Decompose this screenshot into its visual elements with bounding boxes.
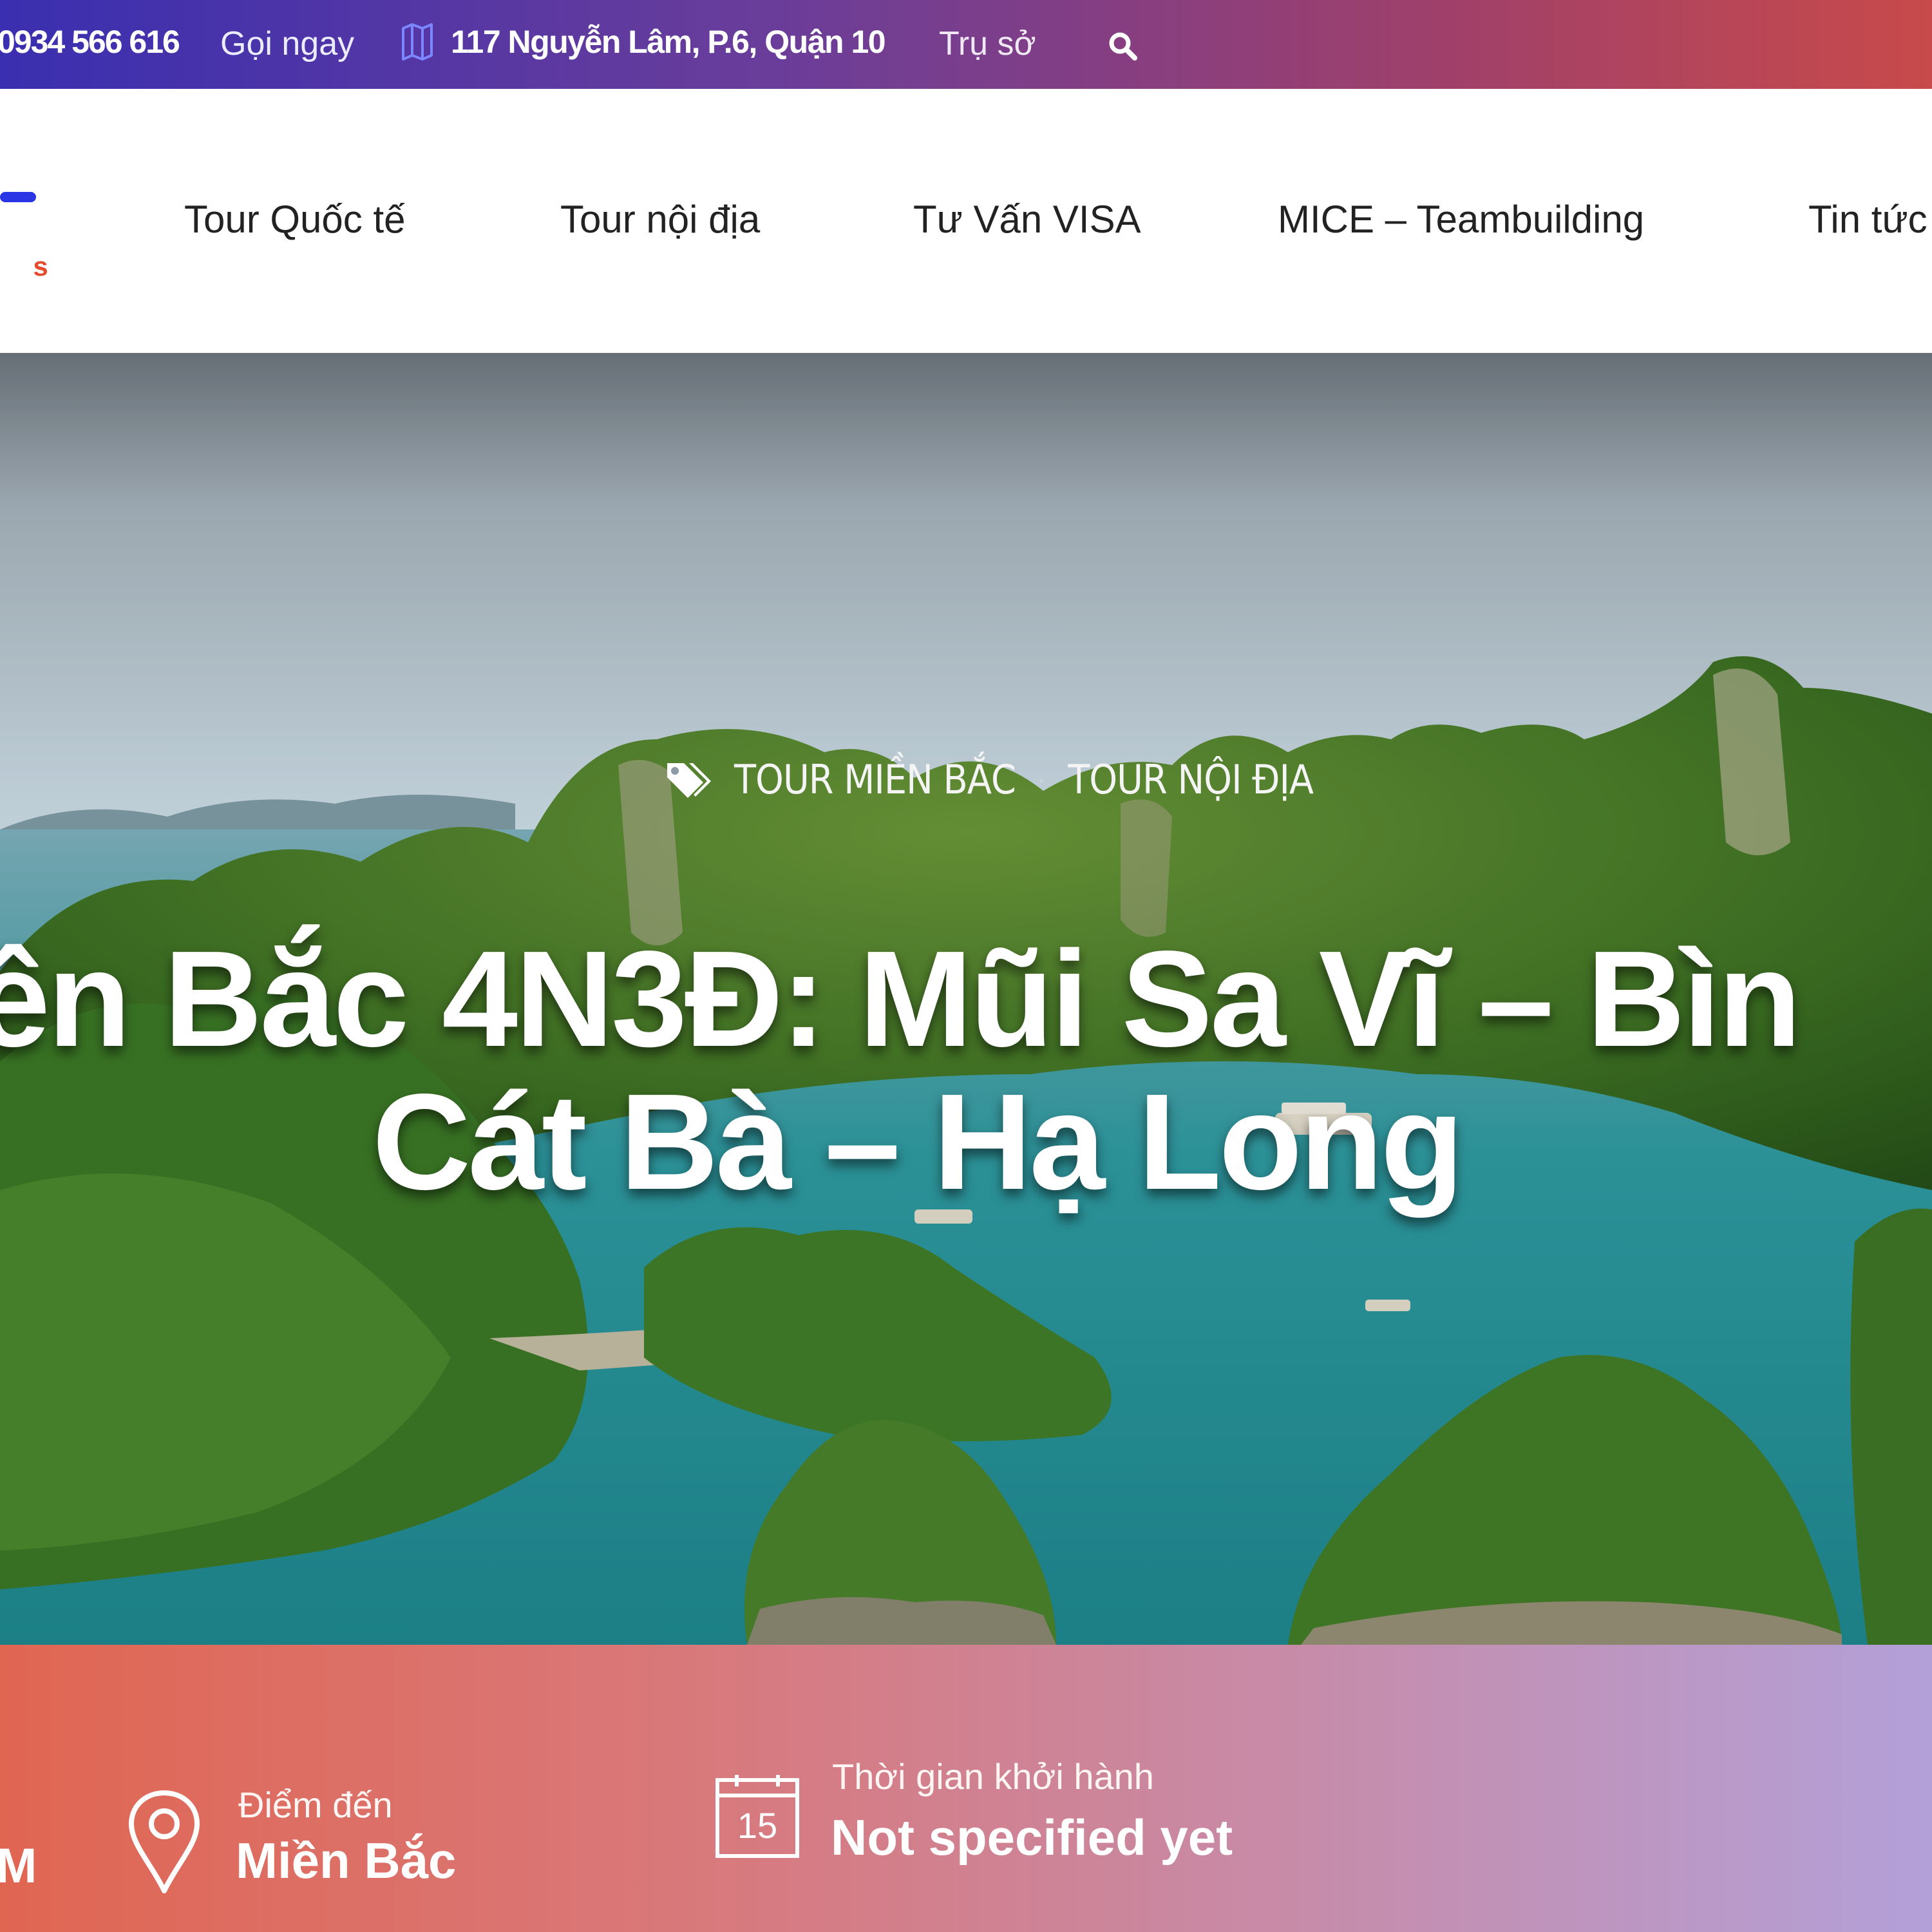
tag-tour-mien-bac[interactable]: TOUR MIỀN BẮC bbox=[734, 756, 1016, 803]
tour-category-tags: TOUR MIỀN BẮC · TOUR NỘI ĐỊA bbox=[663, 756, 1314, 803]
page-title-line-2: Cát Bà – Hạ Long bbox=[372, 1065, 1464, 1218]
address-link[interactable]: 117 Nguyễn Lâm, P.6, Quận 10 bbox=[451, 23, 886, 61]
tag-tour-noi-dia[interactable]: TOUR NỘI ĐỊA bbox=[1068, 756, 1314, 803]
departure-time-label: Thời gian khởi hành bbox=[832, 1756, 1154, 1797]
phone-number-link[interactable]: 0934 566 616 bbox=[0, 23, 180, 61]
nav-item-tu-van-visa[interactable]: Tư Vấn VISA bbox=[913, 197, 1141, 242]
call-now-label: Gọi ngay bbox=[220, 25, 355, 62]
map-icon bbox=[402, 23, 433, 61]
nav-item-mice-teambuilding[interactable]: MICE – Teambuilding bbox=[1278, 197, 1644, 242]
location-pin-icon bbox=[129, 1790, 200, 1893]
tags-icon bbox=[667, 762, 711, 798]
top-contact-bar: 0934 566 616 Gọi ngay 117 Nguyễn Lâm, P.… bbox=[0, 0, 1932, 89]
partial-info-value: M bbox=[0, 1839, 37, 1893]
nav-item-tour-quoc-te[interactable]: Tour Quốc tế bbox=[184, 197, 406, 242]
calendar-day: 15 bbox=[737, 1805, 777, 1846]
page-title-line-1: ền Bắc 4N3Đ: Mũi Sa Vĩ – Bìn bbox=[0, 922, 1801, 1075]
destination-value: Miền Bắc bbox=[236, 1832, 457, 1889]
tag-separator: · bbox=[1037, 765, 1046, 793]
logo-text[interactable]: o s bbox=[0, 251, 64, 282]
nav-item-tour-noi-dia[interactable]: Tour nội địa bbox=[560, 197, 760, 242]
departure-time-value: Not specified yet bbox=[831, 1809, 1233, 1866]
destination-label: Điểm đến bbox=[238, 1785, 393, 1825]
nav-item-tin-tuc[interactable]: Tin tức bbox=[1808, 197, 1927, 242]
tour-info-strip: M Điểm đến Miền Bắc 15 Thời gian khởi hà… bbox=[0, 1645, 1932, 1932]
calendar-icon: 15 bbox=[715, 1775, 799, 1858]
search-icon[interactable] bbox=[1106, 30, 1139, 62]
headquarters-label: Trụ sở bbox=[939, 25, 1036, 62]
logo[interactable] bbox=[0, 192, 36, 202]
